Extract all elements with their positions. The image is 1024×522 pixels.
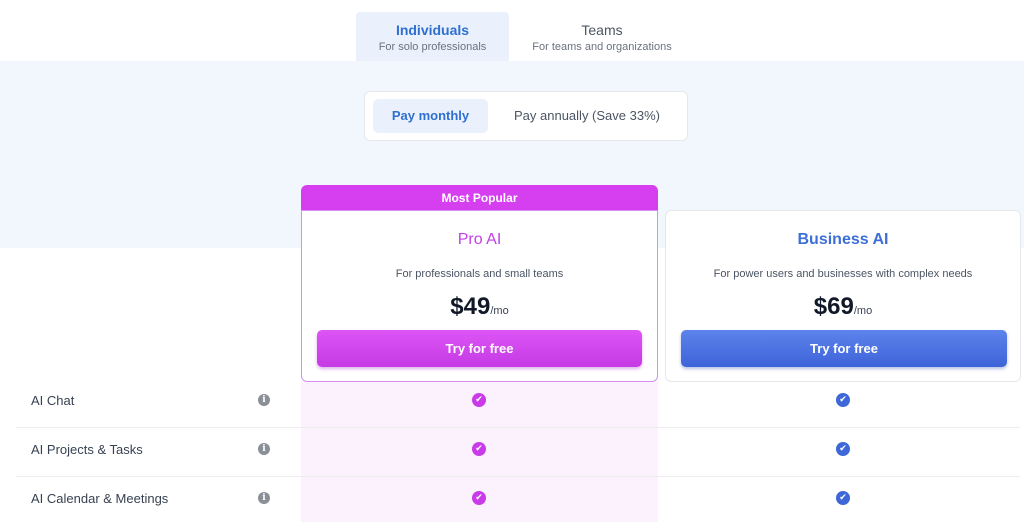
check-circle-icon: ✔: [472, 393, 486, 407]
info-icon[interactable]: i: [258, 394, 270, 406]
price-period: /mo: [853, 305, 873, 317]
plan-name: Pro AI: [457, 231, 502, 248]
info-icon[interactable]: i: [258, 492, 270, 504]
check-circle-icon: ✔: [836, 393, 850, 407]
tab-individuals-subtitle: For solo professionals: [378, 41, 487, 53]
tab-teams[interactable]: Teams For teams and organizations: [511, 12, 693, 61]
price-period: /mo: [490, 305, 509, 317]
price-row: $69/mo: [666, 293, 1020, 325]
plan-price: $69: [813, 293, 854, 320]
plan-description: For power users and businesses with comp…: [713, 268, 973, 280]
info-icon[interactable]: i: [258, 443, 270, 455]
plan-name: Business AI: [797, 231, 889, 248]
tab-individuals[interactable]: Individuals For solo professionals: [356, 12, 509, 61]
price-row: $49/mo: [302, 293, 657, 325]
plan-price: $49: [450, 293, 491, 320]
most-popular-badge: Most Popular: [301, 185, 658, 212]
check-circle-icon: ✔: [836, 491, 850, 505]
pay-annually-option[interactable]: Pay annually (Save 33%): [491, 99, 683, 133]
billing-toggle: Pay monthly Pay annually (Save 33%): [364, 91, 688, 141]
check-circle-icon: ✔: [472, 442, 486, 456]
tab-teams-title: Teams: [581, 22, 623, 38]
try-for-free-button[interactable]: Try for free: [681, 330, 1007, 367]
tab-teams-subtitle: For teams and organizations: [532, 41, 672, 53]
feature-row-ai-calendar-meetings: AI Calendar & Meetings i ✔ ✔: [16, 477, 1020, 522]
check-circle-icon: ✔: [836, 442, 850, 456]
tab-individuals-title: Individuals: [395, 22, 470, 38]
plan-card-business: Business AI For power users and business…: [665, 210, 1021, 382]
feature-label: AI Chat: [31, 393, 75, 408]
feature-row-ai-projects-tasks: AI Projects & Tasks i ✔ ✔: [16, 428, 1020, 477]
check-circle-icon: ✔: [472, 491, 486, 505]
feature-label: AI Calendar & Meetings: [31, 491, 169, 506]
plan-description: For professionals and small teams: [395, 268, 564, 280]
try-for-free-button[interactable]: Try for free: [317, 330, 642, 367]
feature-label: AI Projects & Tasks: [31, 442, 143, 457]
plan-card-pro: Pro AI For professionals and small teams…: [301, 210, 658, 382]
feature-row-ai-chat: AI Chat i ✔ ✔: [16, 379, 1020, 428]
pay-monthly-option[interactable]: Pay monthly: [373, 99, 488, 133]
